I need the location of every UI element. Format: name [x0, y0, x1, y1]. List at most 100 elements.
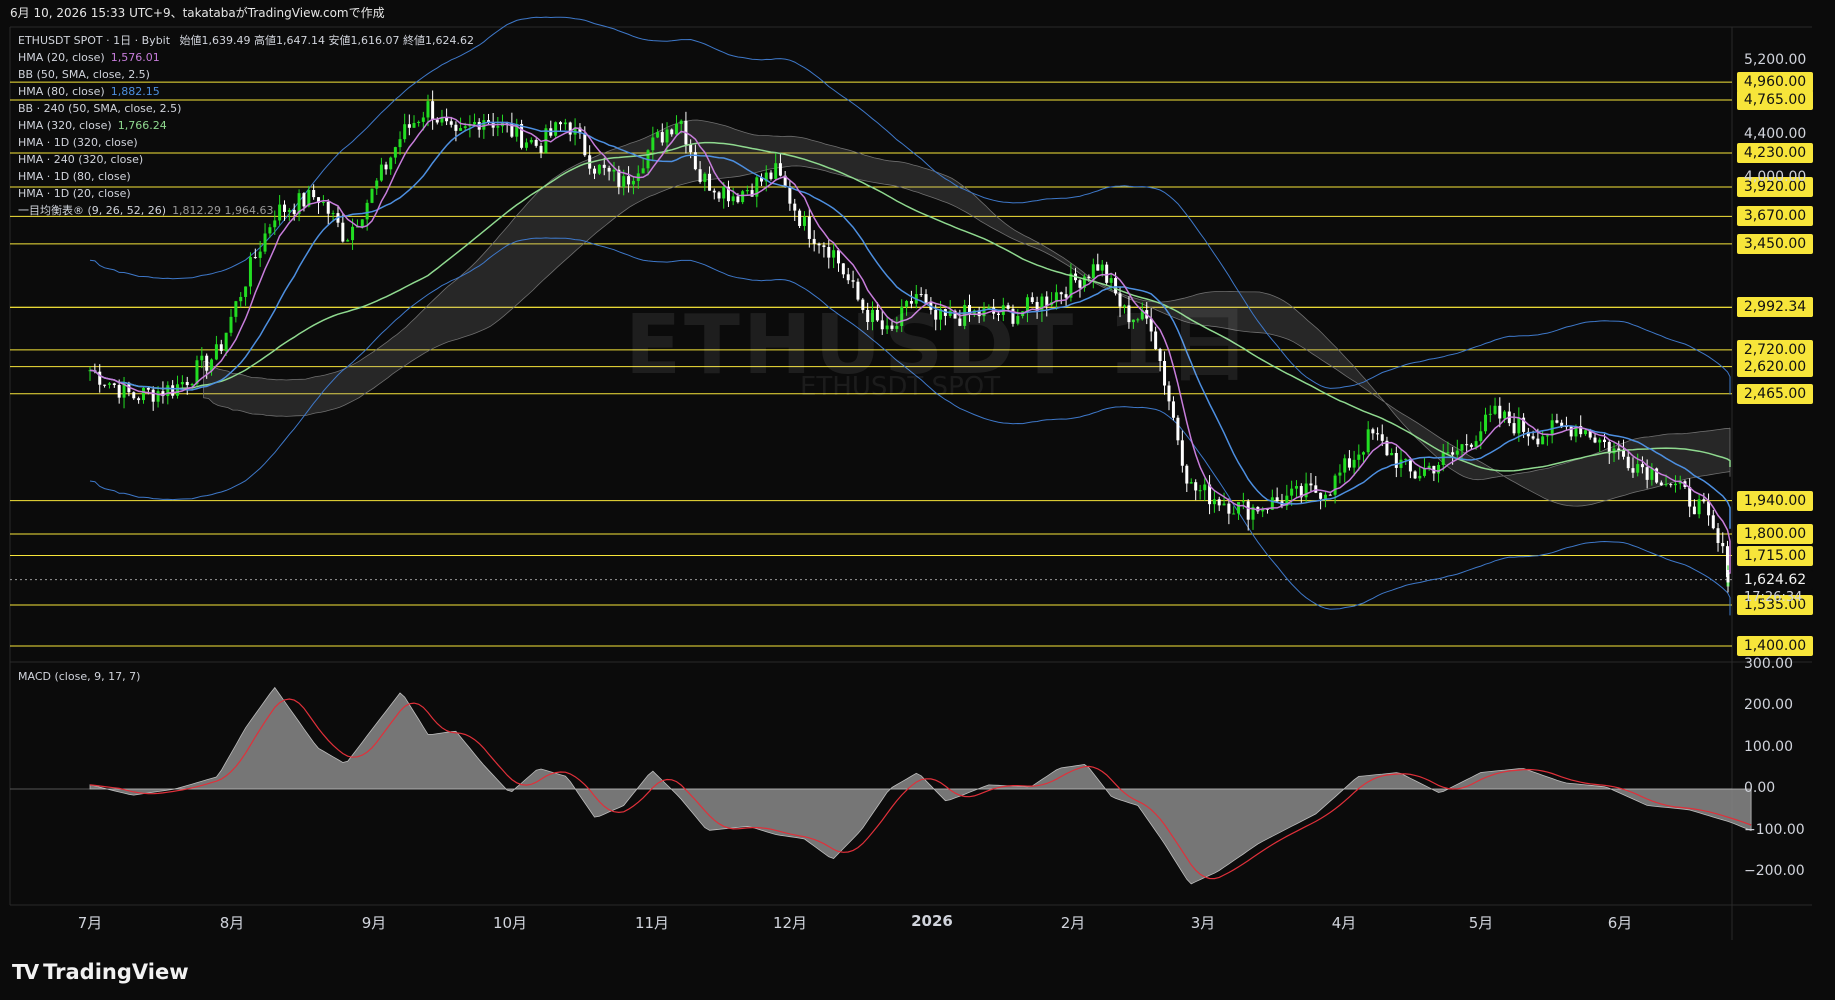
candle-body: [1096, 264, 1100, 271]
candle-body: [665, 129, 669, 143]
bar-countdown: 17:26:34: [1744, 589, 1803, 605]
candle-body: [1446, 452, 1450, 454]
candle-body: [827, 247, 831, 258]
candle-body: [802, 216, 806, 226]
legend-row-value: 1,882.15: [110, 85, 160, 98]
candle-body: [627, 176, 631, 185]
level-tag[interactable]: 2,465.00: [1737, 383, 1813, 404]
candle-body: [190, 384, 194, 386]
candle-body: [520, 124, 524, 148]
macd-tick: 0.00: [1744, 780, 1776, 796]
candle-body: [141, 387, 145, 401]
candle-body: [1241, 501, 1245, 503]
candle-body: [607, 167, 611, 172]
candle-body: [351, 226, 355, 241]
legend-row-label: HMA · 1D (80, close): [18, 170, 131, 183]
legend-row: HMA · 1D (320, close): [18, 134, 474, 151]
candle-body: [156, 391, 160, 402]
time-tick: 2月: [1060, 914, 1086, 932]
legend-row-value: 1,766.24: [117, 119, 167, 132]
candle-body: [1338, 472, 1342, 476]
candle-body: [1465, 444, 1469, 446]
tradingview-brand[interactable]: TV TradingView: [12, 960, 189, 984]
candle-body: [1640, 464, 1644, 468]
candle-body: [1512, 423, 1516, 434]
price-tick: 4,400.00: [1744, 126, 1807, 143]
candle-body: [745, 190, 749, 192]
candle-body: [698, 169, 702, 182]
candle-body: [656, 132, 660, 138]
candle-body: [602, 164, 606, 168]
level-tag[interactable]: 1,940.00: [1737, 490, 1813, 511]
legend-symbol-row: ETHUSDT SPOT · 1日 · Bybit 始値1,639.49 高値1…: [18, 32, 474, 49]
candle-body: [341, 222, 345, 242]
level-tag[interactable]: 3,670.00: [1737, 206, 1813, 227]
candle-body: [1328, 494, 1332, 496]
candle-body: [268, 227, 272, 234]
candle-body: [812, 238, 816, 244]
time-tick: 12月: [772, 914, 808, 932]
level-tag[interactable]: 3,450.00: [1737, 233, 1813, 254]
time-tick: 8月: [219, 914, 245, 932]
macd-tick: −100.00: [1744, 821, 1805, 838]
candle-body: [1598, 439, 1602, 443]
legend-row-label: BB (50, SMA, close, 2.5): [18, 68, 150, 81]
candle-body: [1198, 490, 1202, 492]
candle-body: [146, 387, 150, 390]
candle-body: [670, 129, 674, 135]
candle-body: [731, 196, 735, 202]
candle-body: [524, 142, 528, 148]
candle-body: [1593, 437, 1597, 443]
candle-body: [1555, 420, 1559, 423]
level-tag[interactable]: 1,715.00: [1737, 545, 1813, 566]
candle-body: [103, 384, 107, 386]
candle-body: [1091, 264, 1095, 279]
tradingview-logo-icon: TV: [12, 960, 39, 984]
legend-row: HMA (20, close) 1,576.01: [18, 49, 474, 66]
candle-body: [1343, 458, 1347, 473]
candle-body: [836, 250, 840, 264]
macd-tick: 300.00: [1744, 655, 1793, 672]
candle-body: [1366, 429, 1370, 453]
candle-body: [1716, 528, 1720, 543]
candle-body: [171, 385, 175, 396]
candle-body: [1493, 405, 1497, 414]
candle-body: [534, 140, 538, 146]
time-tick: 9月: [361, 914, 387, 932]
price-tick: 4,000.00: [1744, 168, 1807, 185]
level-tag[interactable]: 4,765.00: [1737, 89, 1813, 110]
candle-body: [708, 173, 712, 191]
level-tag[interactable]: 1,400.00: [1737, 636, 1813, 656]
candle-body: [1371, 429, 1375, 434]
legend-ohlc: 始値1,639.49 高値1,647.14 安値1,616.07 終値1,624…: [179, 34, 474, 47]
candle-body: [180, 382, 184, 385]
candle-body: [558, 122, 562, 125]
candle-body: [689, 144, 693, 153]
level-tag[interactable]: 2,992.34: [1737, 297, 1813, 318]
candle-body: [583, 133, 587, 156]
candle-body: [1688, 486, 1692, 507]
level-tag[interactable]: 4,230.00: [1737, 143, 1813, 164]
candle-body: [1517, 417, 1521, 434]
candle-body: [496, 126, 500, 128]
time-tick: 11月: [634, 914, 670, 932]
candle-body: [1418, 475, 1422, 479]
candle-body: [736, 196, 740, 203]
macd-legend: MACD (close, 9, 17, 7): [18, 670, 141, 683]
candle-body: [660, 132, 664, 143]
candle-body: [258, 251, 262, 258]
candle-body: [1541, 436, 1545, 445]
level-tag[interactable]: 2,620.00: [1737, 356, 1813, 377]
candle-body: [1669, 484, 1673, 486]
current-price-tag[interactable]: 1,624.62: [1737, 569, 1813, 590]
candle-body: [1725, 546, 1729, 577]
candle-body: [769, 172, 773, 179]
level-tag[interactable]: 1,800.00: [1737, 523, 1813, 544]
legend-row-label: HMA · 1D (320, close): [18, 136, 138, 149]
legend-symbol: ETHUSDT SPOT · 1日 · Bybit: [18, 34, 171, 47]
candle-body: [1622, 450, 1626, 457]
candle-body: [1180, 440, 1184, 466]
time-tick: 2026: [911, 912, 953, 930]
candle-body: [679, 120, 683, 125]
brand-name: TradingView: [43, 960, 189, 984]
